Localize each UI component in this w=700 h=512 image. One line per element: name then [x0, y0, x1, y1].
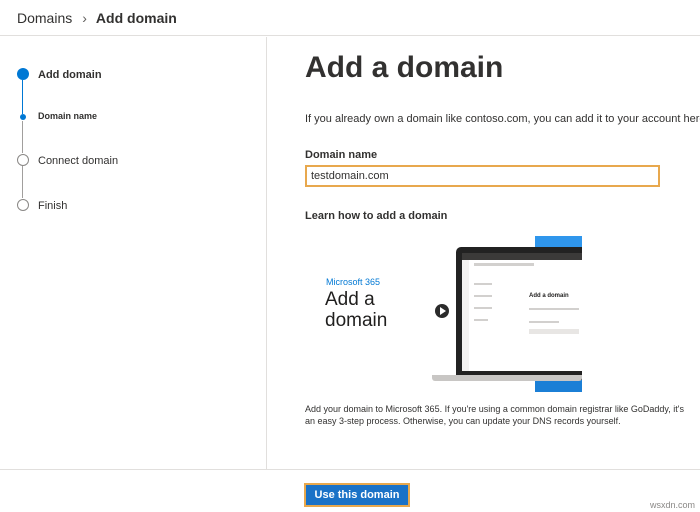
laptop-base — [432, 375, 582, 381]
step-indicator — [17, 199, 29, 211]
watermark: wsxdn.com — [650, 500, 696, 510]
step-connector-active — [22, 80, 23, 114]
intro-text: If you already own a domain like contoso… — [305, 113, 700, 125]
breadcrumb: Domains › Add domain — [17, 10, 177, 26]
chevron-right-icon: › — [82, 10, 87, 26]
screen-breadcrumb — [474, 263, 534, 266]
step-finish: Finish — [38, 200, 68, 212]
step-add-domain: Add domain — [38, 69, 102, 81]
step-indicator — [17, 154, 29, 166]
page-header: Domains › Add domain — [0, 0, 700, 36]
tutorial-video[interactable]: Microsoft 365 Add a domain Add a domain — [305, 233, 585, 392]
page-title: Add a domain — [305, 51, 504, 84]
step-connector — [22, 121, 23, 153]
screen-topbar — [462, 253, 582, 260]
page-footer: Use this domain wsxdn.com — [0, 469, 700, 512]
wizard-steps: Add domain Domain name Connect domain Fi… — [0, 37, 267, 469]
screen-sidebar — [462, 260, 469, 371]
step-connect-domain: Connect domain — [38, 155, 119, 167]
video-title: Add a domain — [325, 289, 388, 331]
step-domain-name: Domain name — [38, 111, 98, 121]
laptop-screen: Add a domain — [462, 253, 582, 371]
substep-indicator — [20, 114, 26, 120]
learn-heading: Learn how to add a domain — [305, 210, 448, 222]
step-connector — [22, 165, 23, 198]
step-indicator-active — [17, 68, 29, 80]
video-brand: Microsoft 365 — [326, 277, 381, 287]
use-this-domain-button[interactable]: Use this domain — [304, 483, 410, 507]
breadcrumb-current: Add domain — [95, 10, 177, 26]
domain-name-input[interactable] — [305, 165, 660, 187]
screen-title: Add a domain — [529, 293, 569, 299]
play-icon[interactable] — [435, 304, 449, 318]
domain-name-label: Domain name — [305, 149, 378, 161]
description-text: Add your domain to Microsoft 365. If you… — [305, 404, 684, 426]
laptop-illustration: Add a domain — [456, 247, 582, 380]
breadcrumb-domains-link[interactable]: Domains — [17, 10, 72, 26]
